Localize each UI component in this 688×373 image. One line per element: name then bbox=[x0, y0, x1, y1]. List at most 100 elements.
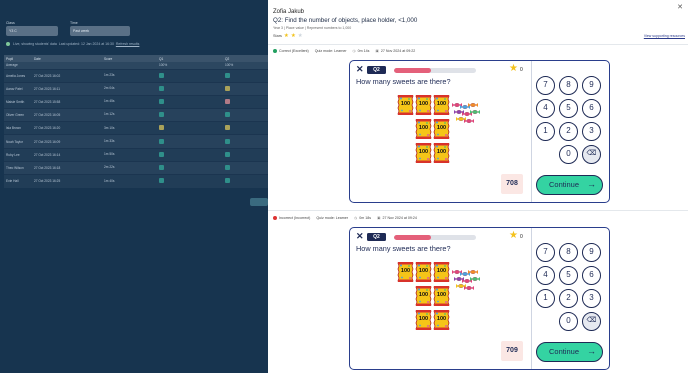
pupil-time: 1m 33s bbox=[104, 138, 115, 143]
attempt-status: Incorrect (Incorrect) bbox=[279, 216, 311, 220]
q1-result-cell[interactable] bbox=[159, 85, 164, 91]
q1-result-cell[interactable] bbox=[159, 151, 164, 157]
student-name: Zofia Jakub bbox=[273, 9, 305, 15]
sweet-pack-100: 100 bbox=[397, 261, 414, 283]
q1-result-cell[interactable] bbox=[159, 178, 164, 184]
q1-result-cell[interactable] bbox=[159, 164, 164, 170]
keypad-key[interactable]: 1 bbox=[536, 122, 555, 141]
class-filter-select[interactable]: Y3 C bbox=[6, 26, 58, 36]
calendar-icon: ▣ bbox=[375, 49, 379, 53]
q2-result-cell[interactable] bbox=[225, 164, 230, 170]
table-row[interactable]: Amelia Jones 27 Oct 2023 16:02 1m 23s bbox=[4, 69, 268, 83]
question-card: ✕ Q2 ★ 0 How many sweets are there? 100 100 100… bbox=[349, 227, 610, 370]
attempt-mode: Quiz mode: Learner bbox=[316, 216, 349, 220]
q1-result-cell[interactable] bbox=[159, 138, 164, 144]
table-row[interactable]: Theo Wilson 27 Oct 2023 16:18 2m 22s bbox=[4, 161, 268, 175]
q2-result-cell[interactable] bbox=[225, 125, 230, 131]
pupil-name: Noah Taylor bbox=[6, 139, 23, 144]
table-row[interactable]: Noah Taylor 27 Oct 2023 16:09 1m 33s bbox=[4, 134, 268, 149]
pupil-date: 27 Oct 2023 16:09 bbox=[34, 139, 61, 144]
results-table: Pupil Date Score Q1 Q2 Average 100% 100%… bbox=[4, 55, 268, 188]
table-row[interactable]: Ruby Lee 27 Oct 2023 16:14 1m 50s bbox=[4, 148, 268, 162]
col-date[interactable]: Date bbox=[32, 55, 102, 62]
attempt-meta: Incorrect (Incorrect) Quiz mode: Learner… bbox=[273, 216, 417, 220]
keypad-key[interactable]: 5 bbox=[559, 99, 578, 118]
question-title: Q2: Find the number of objects, place ho… bbox=[273, 17, 418, 24]
keypad-key[interactable]: 4 bbox=[536, 266, 555, 285]
sweet-pack-100: 100 bbox=[433, 285, 450, 307]
keypad-key[interactable]: 9 bbox=[582, 76, 601, 95]
pupil-date: 27 Oct 2023 16:20 bbox=[34, 126, 61, 131]
pack-label: 100 bbox=[418, 292, 429, 298]
continue-button[interactable]: Continue → bbox=[536, 175, 603, 195]
keypad-key[interactable]: 4 bbox=[536, 99, 555, 118]
table-row[interactable]: Oliver Green 27 Oct 2023 16:05 1m 12s bbox=[4, 108, 268, 122]
keypad-key[interactable]: 3 bbox=[582, 289, 601, 308]
keypad-key[interactable]: 1 bbox=[536, 289, 555, 308]
keypad-key[interactable]: 2 bbox=[559, 289, 578, 308]
q2-result-cell[interactable] bbox=[225, 178, 230, 184]
keypad-key[interactable]: 9 bbox=[582, 243, 601, 262]
pupil-date: 27 Oct 2023 15:58 bbox=[34, 99, 61, 104]
q1-result-cell[interactable] bbox=[159, 125, 164, 131]
close-icon[interactable]: ✕ bbox=[356, 231, 364, 242]
answer-box[interactable]: 708 bbox=[501, 174, 523, 194]
keypad-key[interactable]: 8 bbox=[559, 243, 578, 262]
pack-label: 100 bbox=[436, 316, 447, 322]
background-button[interactable] bbox=[250, 198, 268, 206]
q1-result-cell[interactable] bbox=[159, 112, 164, 118]
sweet-pack-100: 100 bbox=[415, 118, 432, 140]
q2-result-cell[interactable] bbox=[225, 72, 230, 78]
close-icon[interactable]: ✕ bbox=[356, 64, 364, 75]
keypad-key[interactable]: 3 bbox=[582, 122, 601, 141]
keypad-key[interactable]: 7 bbox=[536, 76, 555, 95]
keypad-key[interactable]: 0 bbox=[559, 145, 578, 164]
table-row[interactable]: Maisie Smith 27 Oct 2023 15:58 1m 45s bbox=[4, 95, 268, 109]
keypad-key[interactable]: 8 bbox=[559, 76, 578, 95]
col-pupil[interactable]: Pupil bbox=[4, 55, 32, 62]
keypad-key[interactable]: 7 bbox=[536, 243, 555, 262]
pupil-date: 27 Oct 2023 16:14 bbox=[34, 152, 61, 157]
col-score[interactable]: Score bbox=[102, 55, 157, 62]
pack-label: 100 bbox=[436, 292, 447, 298]
backspace-key[interactable]: ⌫ bbox=[582, 145, 601, 164]
time-filter-label: Time bbox=[70, 21, 78, 25]
star-icon: ★ bbox=[283, 33, 289, 39]
backspace-key[interactable]: ⌫ bbox=[582, 312, 601, 331]
close-icon[interactable]: ✕ bbox=[677, 3, 683, 11]
sweet-pack-100: 100 bbox=[415, 94, 432, 116]
table-row[interactable]: Evie Hall 27 Oct 2023 16:25 1m 40s bbox=[4, 174, 268, 188]
q1-result-cell[interactable] bbox=[159, 72, 164, 78]
keypad-key[interactable]: 6 bbox=[582, 99, 601, 118]
average-label: Average bbox=[6, 63, 18, 68]
answer-box[interactable]: 709 bbox=[501, 341, 523, 361]
q2-result-cell[interactable] bbox=[225, 138, 230, 144]
keypad-key[interactable]: 0 bbox=[559, 312, 578, 331]
star-icon: ★ bbox=[509, 63, 518, 74]
continue-button[interactable]: Continue → bbox=[536, 342, 603, 362]
q2-result-cell[interactable] bbox=[225, 151, 230, 157]
q2-result-cell[interactable] bbox=[225, 98, 230, 104]
refresh-link[interactable]: Refresh results bbox=[116, 42, 140, 46]
col-q2[interactable]: Q2 bbox=[223, 55, 268, 62]
col-q1[interactable]: Q1 bbox=[157, 55, 223, 62]
pack-label: 100 bbox=[418, 268, 429, 274]
table-row[interactable]: Isla Brown 27 Oct 2023 16:20 3m 10s bbox=[4, 121, 268, 135]
q1-result-cell[interactable] bbox=[159, 98, 164, 104]
table-row[interactable]: Aarav Patel 27 Oct 2023 16:11 2m 04s bbox=[4, 82, 268, 96]
q2-result-cell[interactable] bbox=[225, 85, 230, 91]
pack-label: 100 bbox=[436, 149, 447, 155]
time-filter-select[interactable]: Past week bbox=[70, 26, 130, 36]
calendar-icon: ▣ bbox=[377, 216, 381, 220]
pupil-date: 27 Oct 2023 16:11 bbox=[34, 86, 60, 91]
pupil-time: 2m 22s bbox=[104, 165, 115, 170]
keypad-key[interactable]: 2 bbox=[559, 122, 578, 141]
pupil-time: 1m 23s bbox=[104, 72, 115, 77]
keypad-key[interactable]: 6 bbox=[582, 266, 601, 285]
question-area: ✕ Q2 ★ 0 How many sweets are there? 100 100 100… bbox=[350, 228, 531, 369]
single-sweet bbox=[470, 101, 480, 114]
keypad-key[interactable]: 5 bbox=[559, 266, 578, 285]
view-resources-link[interactable]: View supporting resources bbox=[644, 34, 685, 38]
q2-result-cell[interactable] bbox=[225, 112, 230, 118]
attempt-status: Correct (Excellent) bbox=[279, 49, 309, 53]
